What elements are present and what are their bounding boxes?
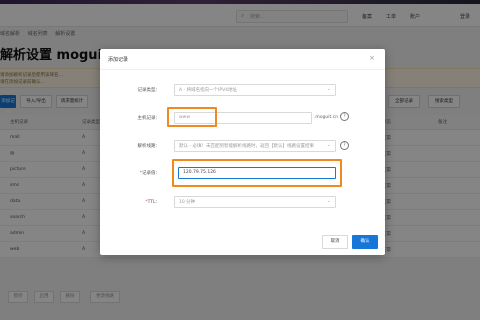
ttl-label-text: TTL： xyxy=(147,200,160,205)
chevron-down-icon: ⌄ xyxy=(326,142,331,148)
record-type-label: 记录类型： xyxy=(137,88,161,93)
record-type-value: A - 将域名指向一个IPV4地址 xyxy=(179,88,238,93)
domain-suffix: .moguit.cn xyxy=(314,115,339,120)
cancel-button[interactable]: 取消 xyxy=(322,235,348,249)
help-icon[interactable]: ? xyxy=(340,141,349,150)
line-type-label: 解析线路： xyxy=(137,144,161,149)
record-value-label: *记录值： xyxy=(120,170,160,176)
ttl-value: 10 分钟 xyxy=(179,200,196,205)
help-icon[interactable]: ? xyxy=(340,112,349,121)
dialog-header: 添加记录 × xyxy=(100,49,385,70)
record-value-highlight xyxy=(172,159,342,187)
line-type-value: 默认 - 必填！未匹配到智能解析线路时，返回【默认】线路设置结果 xyxy=(179,144,314,149)
host-record-highlight xyxy=(167,107,217,127)
close-icon[interactable]: × xyxy=(369,54,375,62)
add-record-dialog: 添加记录 × 记录类型： A - 将域名指向一个IPV4地址 ⌄ 主机记录： w… xyxy=(100,49,385,255)
ttl-select[interactable]: 10 分钟 ⌄ xyxy=(174,196,336,208)
chevron-down-icon: ⌄ xyxy=(326,86,331,92)
line-type-select[interactable]: 默认 - 必填！未匹配到智能解析线路时，返回【默认】线路设置结果 ⌄ xyxy=(174,140,336,152)
record-type-select[interactable]: A - 将域名指向一个IPV4地址 ⌄ xyxy=(174,84,336,96)
record-value-label-text: 记录值： xyxy=(142,171,160,176)
ttl-label: *TTL： xyxy=(120,199,160,205)
chevron-down-icon: ⌄ xyxy=(326,198,331,204)
dialog-title: 添加记录 xyxy=(108,57,129,63)
host-record-label: 主机记录： xyxy=(137,116,161,121)
confirm-button[interactable]: 确认 xyxy=(352,235,378,249)
